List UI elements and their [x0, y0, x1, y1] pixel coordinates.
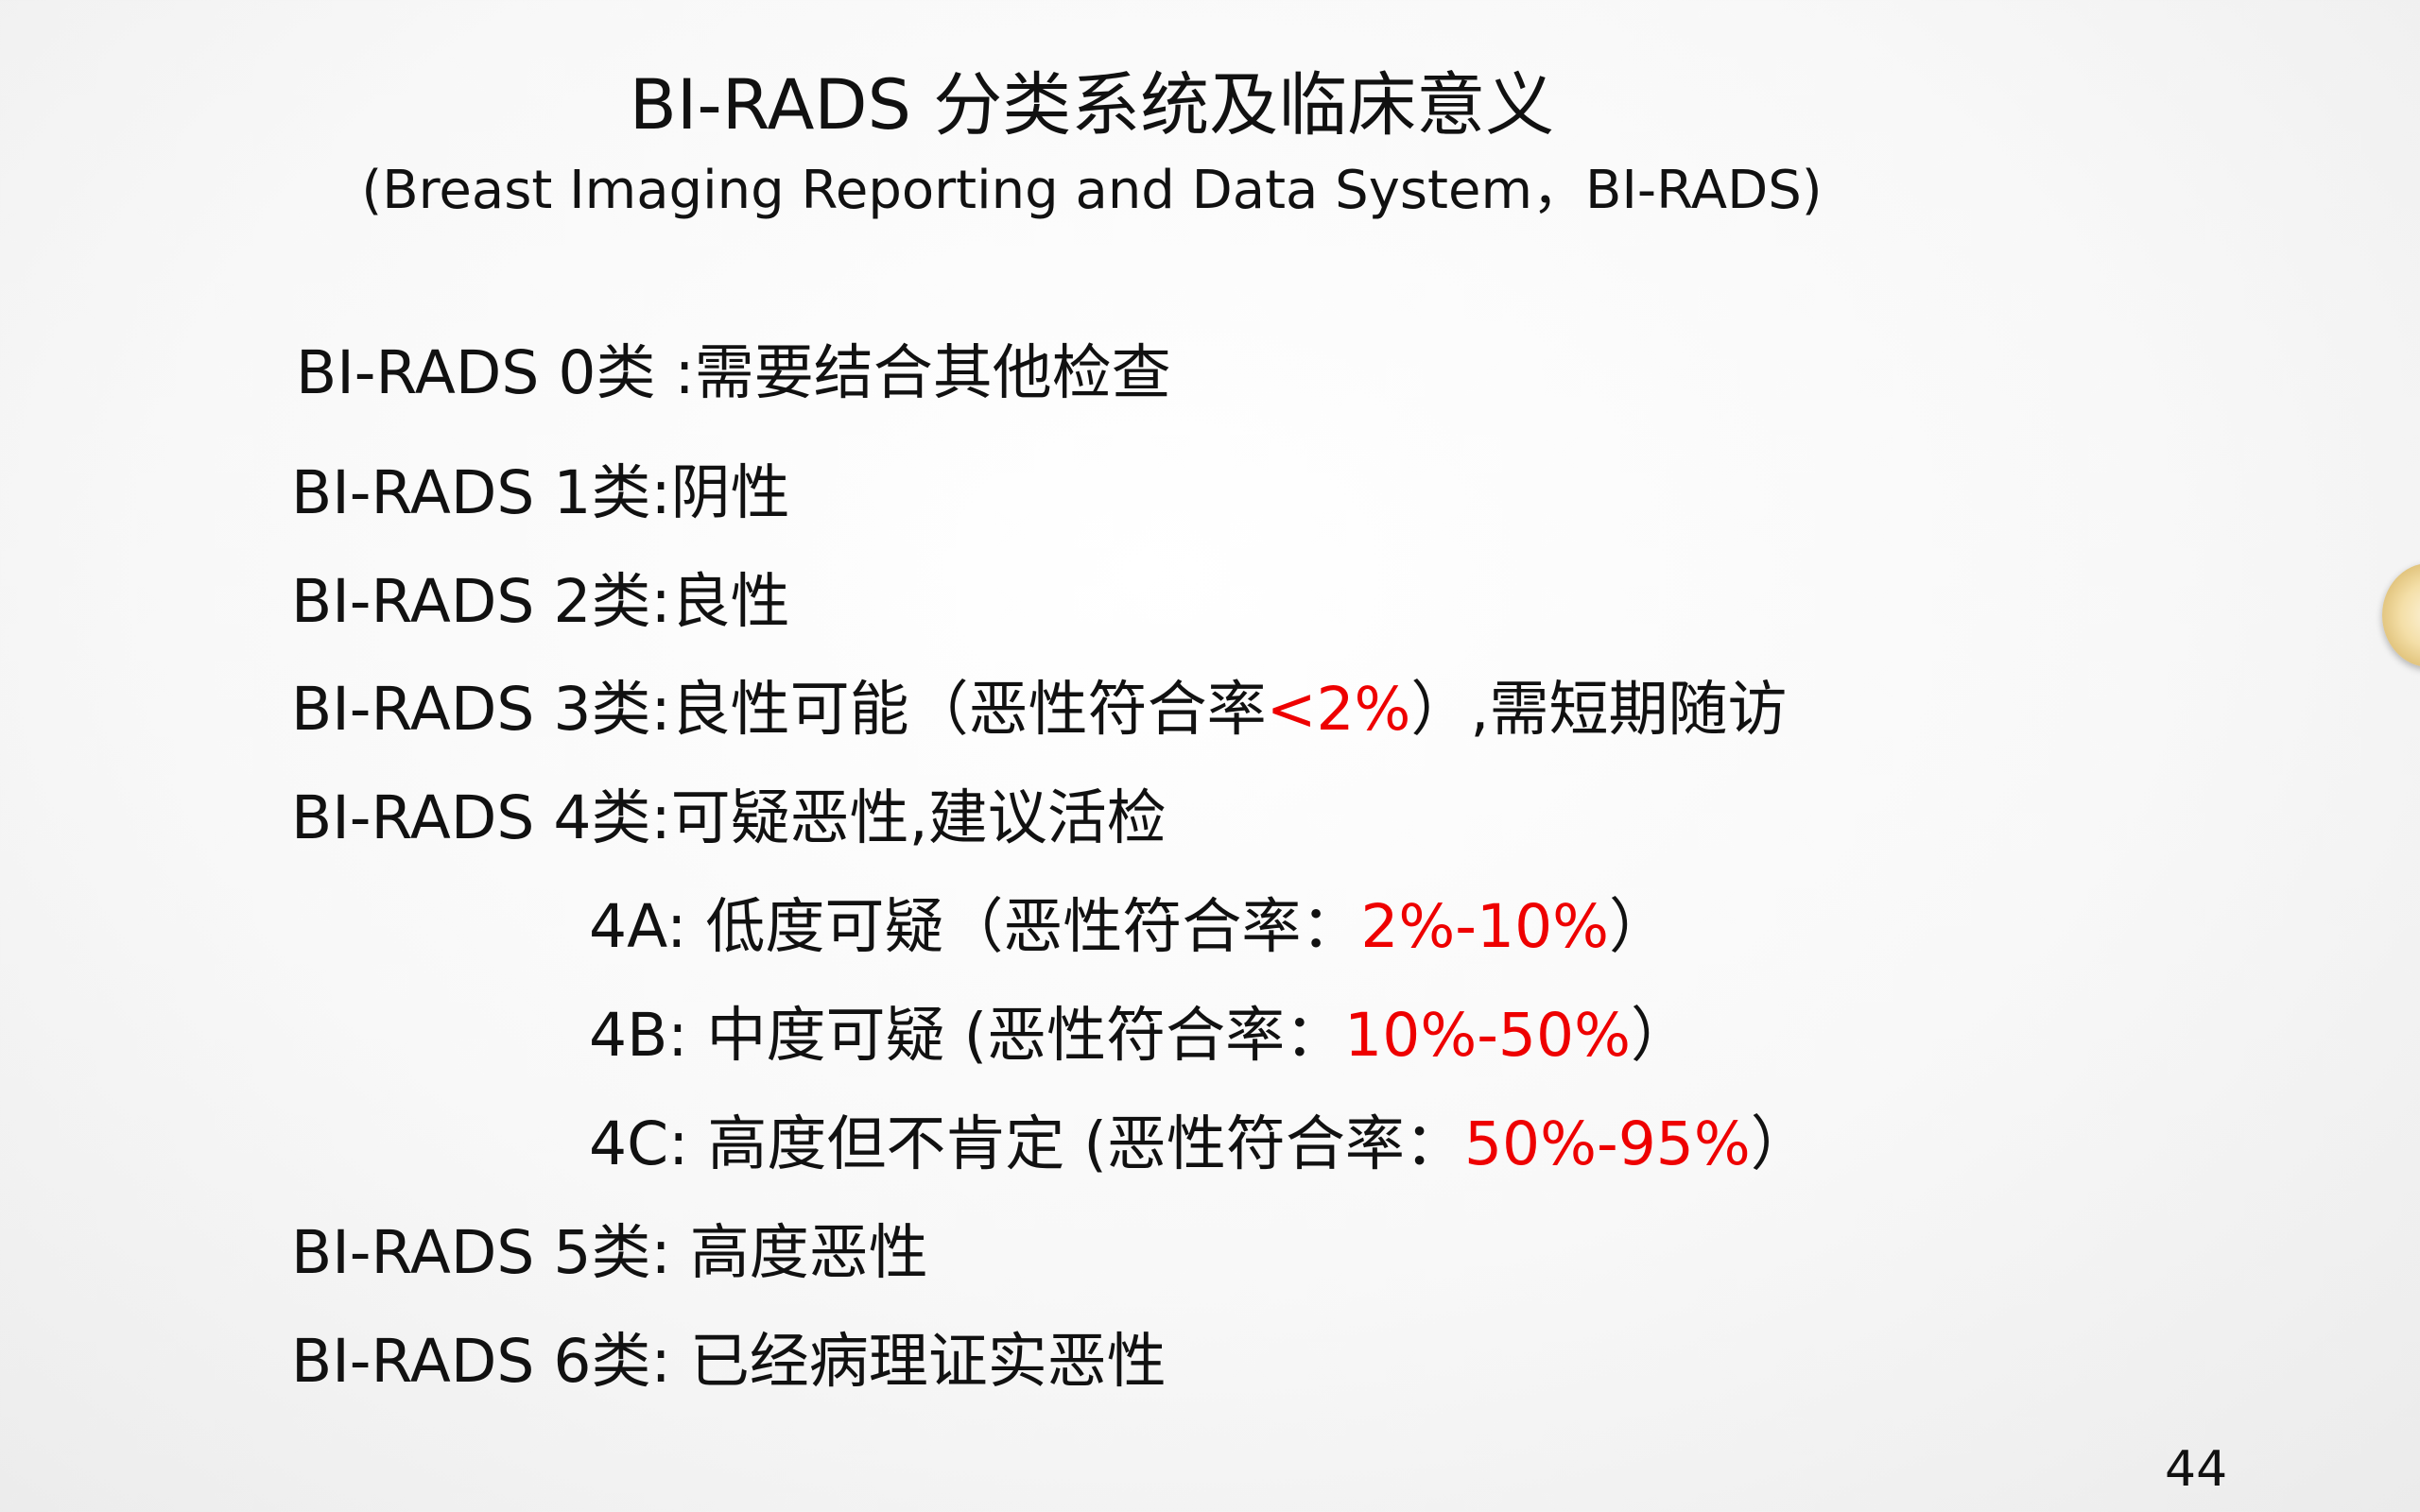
category-4a-suffix: ） [1609, 892, 1669, 961]
category-4b-text: 4B: 中度可疑 (恶性符合率： [589, 1001, 1345, 1070]
slide-nav-handle[interactable] [2382, 563, 2420, 667]
category-4b-line: 4B: 中度可疑 (恶性符合率：10%-50%） [589, 998, 1690, 1074]
category-6-line: BI-RADS 6类: 已经病理证实恶性 [291, 1327, 1167, 1396]
category-3-text: BI-RADS 3类:良性可能（恶性符合率 [291, 675, 1267, 744]
category-2-line: BI-RADS 2类:良性 [291, 567, 790, 636]
category-4a-rate: 2%-10% [1360, 892, 1610, 961]
category-5-line: BI-RADS 5类: 高度恶性 [291, 1218, 928, 1287]
page-number: 44 [2165, 1441, 2228, 1498]
category-4a-text: 4A: 低度可疑（恶性符合率： [589, 892, 1361, 961]
slide-subtitle: (Breast Imaging Reporting and Data Syste… [361, 160, 1823, 221]
category-3-line: BI-RADS 3类:良性可能（恶性符合率<2%）,需短期随访 [291, 672, 1787, 747]
category-4c-line: 4C: 高度但不肯定 (恶性符合率：50%-95%） [589, 1107, 1810, 1182]
category-4-line: BI-RADS 4类:可疑恶性,建议活检 [291, 783, 1167, 852]
category-4b-rate: 10%-50% [1344, 1001, 1631, 1070]
category-4a-line: 4A: 低度可疑（恶性符合率：2%-10%） [589, 889, 1668, 965]
category-3-suffix: ）,需短期随访 [1410, 675, 1788, 744]
category-4b-suffix: ） [1630, 1001, 1690, 1070]
slide-title: BI-RADS 分类系统及临床意义 [629, 65, 1555, 146]
category-4c-rate: 50%-95% [1463, 1109, 1751, 1178]
category-3-rate: <2% [1266, 675, 1411, 744]
category-4c-text: 4C: 高度但不肯定 (恶性符合率： [589, 1109, 1464, 1178]
slide: BI-RADS 分类系统及临床意义 (Breast Imaging Report… [0, 0, 2420, 1512]
category-4c-suffix: ） [1750, 1109, 1810, 1178]
category-1-line: BI-RADS 1类:阴性 [291, 458, 790, 527]
category-0-line: BI-RADS 0类 :需要结合其他检查 [296, 338, 1171, 407]
